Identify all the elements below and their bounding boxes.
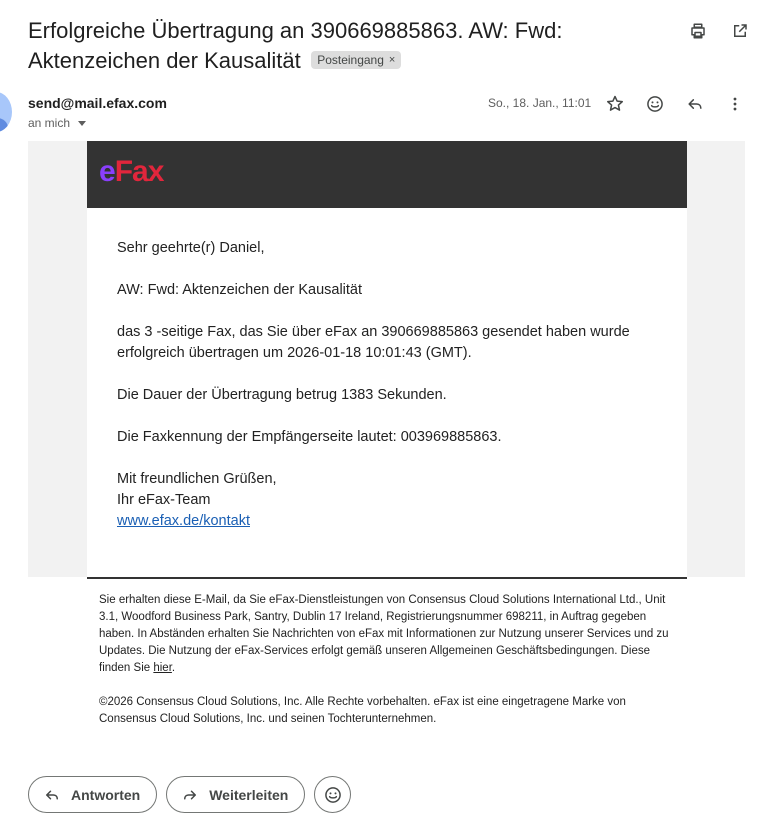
forward-label: Weiterleiten (209, 786, 289, 803)
email-content: Sehr geehrte(r) Daniel, AW: Fwd: Aktenze… (117, 238, 662, 532)
sender-avatar[interactable] (0, 92, 12, 132)
label-badge[interactable]: Posteingang × (311, 51, 402, 69)
email-subject: Erfolgreiche Übertragung an 390669885863… (28, 18, 563, 73)
reply-label: Antworten (71, 786, 141, 803)
emoji-icon[interactable] (644, 93, 666, 115)
emoji-reaction-button[interactable] (314, 776, 352, 813)
emoji-icon (324, 786, 341, 803)
efax-banner (87, 141, 687, 208)
transmission-status: das 3 -seitige Fax, das Sie über eFax an… (117, 324, 630, 361)
chevron-down-icon[interactable] (78, 120, 87, 126)
printer-icon[interactable] (687, 20, 709, 42)
more-vert-icon[interactable] (724, 93, 746, 115)
recipient-fax-id: Die Faxkennung der Empfängerseite lautet… (117, 429, 502, 445)
forward-button[interactable]: Weiterleiten (166, 776, 306, 813)
remove-label-icon[interactable]: × (389, 52, 395, 68)
message-date: So., 18. Jan., 11:01 (488, 96, 592, 110)
forward-icon (184, 790, 197, 799)
footer-notice: Sie erhalten diese E-Mail, da Sie eFax-D… (99, 594, 669, 674)
message-actions (604, 93, 746, 115)
thread-actions (687, 20, 751, 42)
closing: Mit freundlichen Grüßen, (117, 471, 277, 487)
efax-logo: eFax (99, 155, 164, 188)
avatar-figure (0, 118, 8, 132)
terms-link[interactable]: hier (153, 662, 172, 674)
signature: Mit freundlichen Grüßen, Ihr eFax-Team w… (117, 469, 662, 532)
reply-icon[interactable] (684, 93, 706, 115)
email-footer: Sie erhalten diese E-Mail, da Sie eFax-D… (99, 592, 679, 745)
footer-copyright: ©2026 Consensus Cloud Solutions, Inc. Al… (99, 696, 626, 725)
recipient-details[interactable]: an mich (28, 116, 87, 130)
reply-button[interactable]: Antworten (28, 776, 158, 813)
subject-reference: AW: Fwd: Aktenzeichen der Kausalität (117, 282, 363, 298)
footer-divider (87, 577, 687, 579)
greeting: Sehr geehrte(r) Daniel, (117, 240, 265, 256)
sender-address[interactable]: send@mail.efax.com (28, 95, 167, 111)
reply-bar: Antworten Weiterleiten (28, 776, 352, 813)
recipient-label: an mich (28, 116, 71, 130)
transmission-duration: Die Dauer der Übertragung betrug 1383 Se… (117, 387, 447, 403)
contact-link[interactable]: www.efax.de/kontakt (117, 513, 250, 529)
subject-row: Erfolgreiche Übertragung an 390669885863… (28, 16, 588, 76)
team-name: Ihr eFax-Team (117, 492, 211, 508)
open-in-new-icon[interactable] (729, 20, 751, 42)
star-icon[interactable] (604, 93, 626, 115)
email-content-card: Sehr geehrte(r) Daniel, AW: Fwd: Aktenze… (87, 208, 687, 577)
reply-icon (46, 790, 58, 799)
label-badge-text: Posteingang (317, 53, 384, 67)
